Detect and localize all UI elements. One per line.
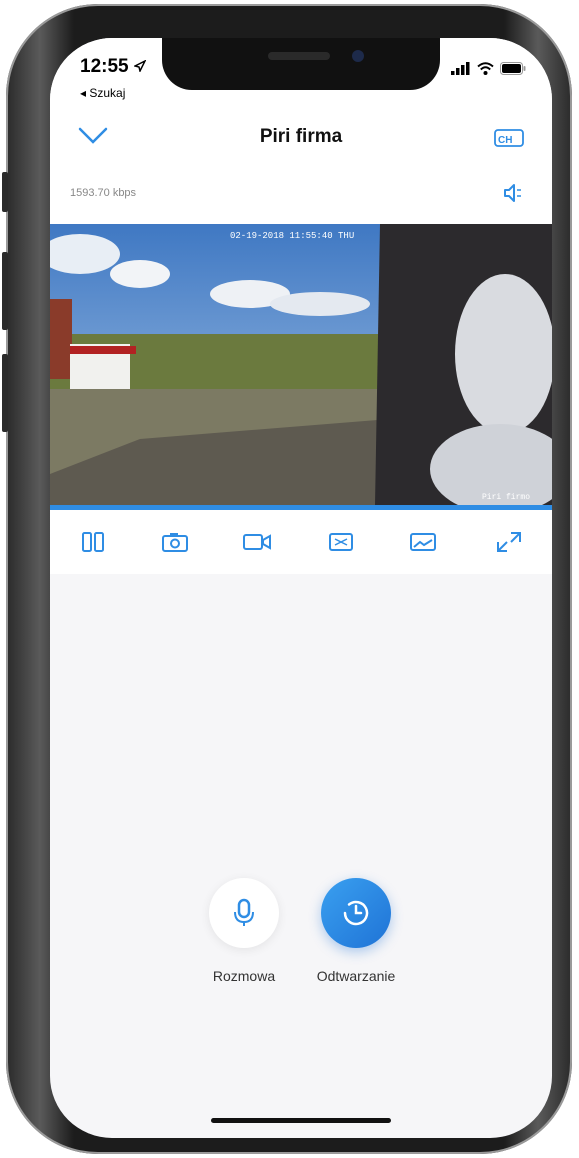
bitrate-readout: 1593.70 kbps — [70, 187, 137, 199]
talk-label: Rozmowa — [212, 968, 276, 984]
notch — [162, 38, 440, 90]
quality-button[interactable] — [327, 528, 355, 556]
system-indicators — [451, 62, 526, 75]
volume-down-button — [2, 354, 8, 432]
picture-icon — [410, 533, 436, 551]
playback-button[interactable] — [321, 878, 391, 948]
talk-action[interactable]: Rozmowa — [189, 878, 299, 984]
live-video-feed[interactable]: 02-19-2018 11:55:40 THU Piri firmo — [50, 224, 552, 505]
record-button[interactable] — [243, 528, 271, 556]
snapshot-button[interactable] — [161, 528, 189, 556]
home-indicator[interactable] — [211, 1118, 391, 1123]
volume-up-button — [2, 252, 8, 330]
speaker-muted-icon[interactable] — [502, 182, 524, 204]
earpiece-speaker — [268, 52, 330, 60]
video-timestamp-overlay: 02-19-2018 11:55:40 THU — [230, 231, 354, 241]
location-arrow-icon — [132, 59, 147, 74]
battery-icon — [500, 62, 526, 75]
microphone-icon — [234, 898, 254, 926]
image-adjust-button[interactable] — [409, 528, 437, 556]
video-camera-name-overlay: Piri firmo — [482, 493, 530, 502]
expand-icon — [497, 532, 521, 552]
channel-switch-button[interactable]: CH — [494, 128, 524, 153]
clock-playback-icon — [343, 900, 369, 926]
camera-icon — [162, 533, 188, 552]
camera-image: 02-19-2018 11:55:40 THU Piri firmo — [50, 224, 552, 505]
video-toolbar — [50, 510, 552, 574]
video-camera-icon — [243, 534, 271, 550]
phone-frame: 12:55 ◂ Szukaj Piri firma CH 1593.70 kbp… — [2, 4, 572, 1154]
page-title: Piri firma — [259, 126, 343, 147]
camera-header: Piri firma CH 1593.70 kbps — [50, 118, 552, 224]
fullscreen-button[interactable] — [495, 528, 523, 556]
channel-label: CH — [498, 135, 512, 146]
wifi-icon — [477, 62, 494, 75]
playback-action[interactable]: Odtwarzanie — [301, 878, 411, 984]
talk-button[interactable] — [209, 878, 279, 948]
playback-label: Odtwarzanie — [316, 968, 396, 984]
app-screen: 12:55 ◂ Szukaj Piri firma CH 1593.70 kbp… — [50, 38, 552, 1138]
channel-icon: CH — [494, 129, 524, 147]
front-camera — [352, 50, 364, 62]
status-time: 12:55 — [80, 56, 147, 78]
hd-quality-icon — [329, 533, 353, 551]
split-view-button[interactable] — [79, 528, 107, 556]
mute-switch — [2, 172, 8, 212]
signal-icon — [451, 62, 470, 75]
split-view-icon — [82, 532, 104, 552]
back-to-search-link[interactable]: ◂ Szukaj — [80, 86, 125, 100]
